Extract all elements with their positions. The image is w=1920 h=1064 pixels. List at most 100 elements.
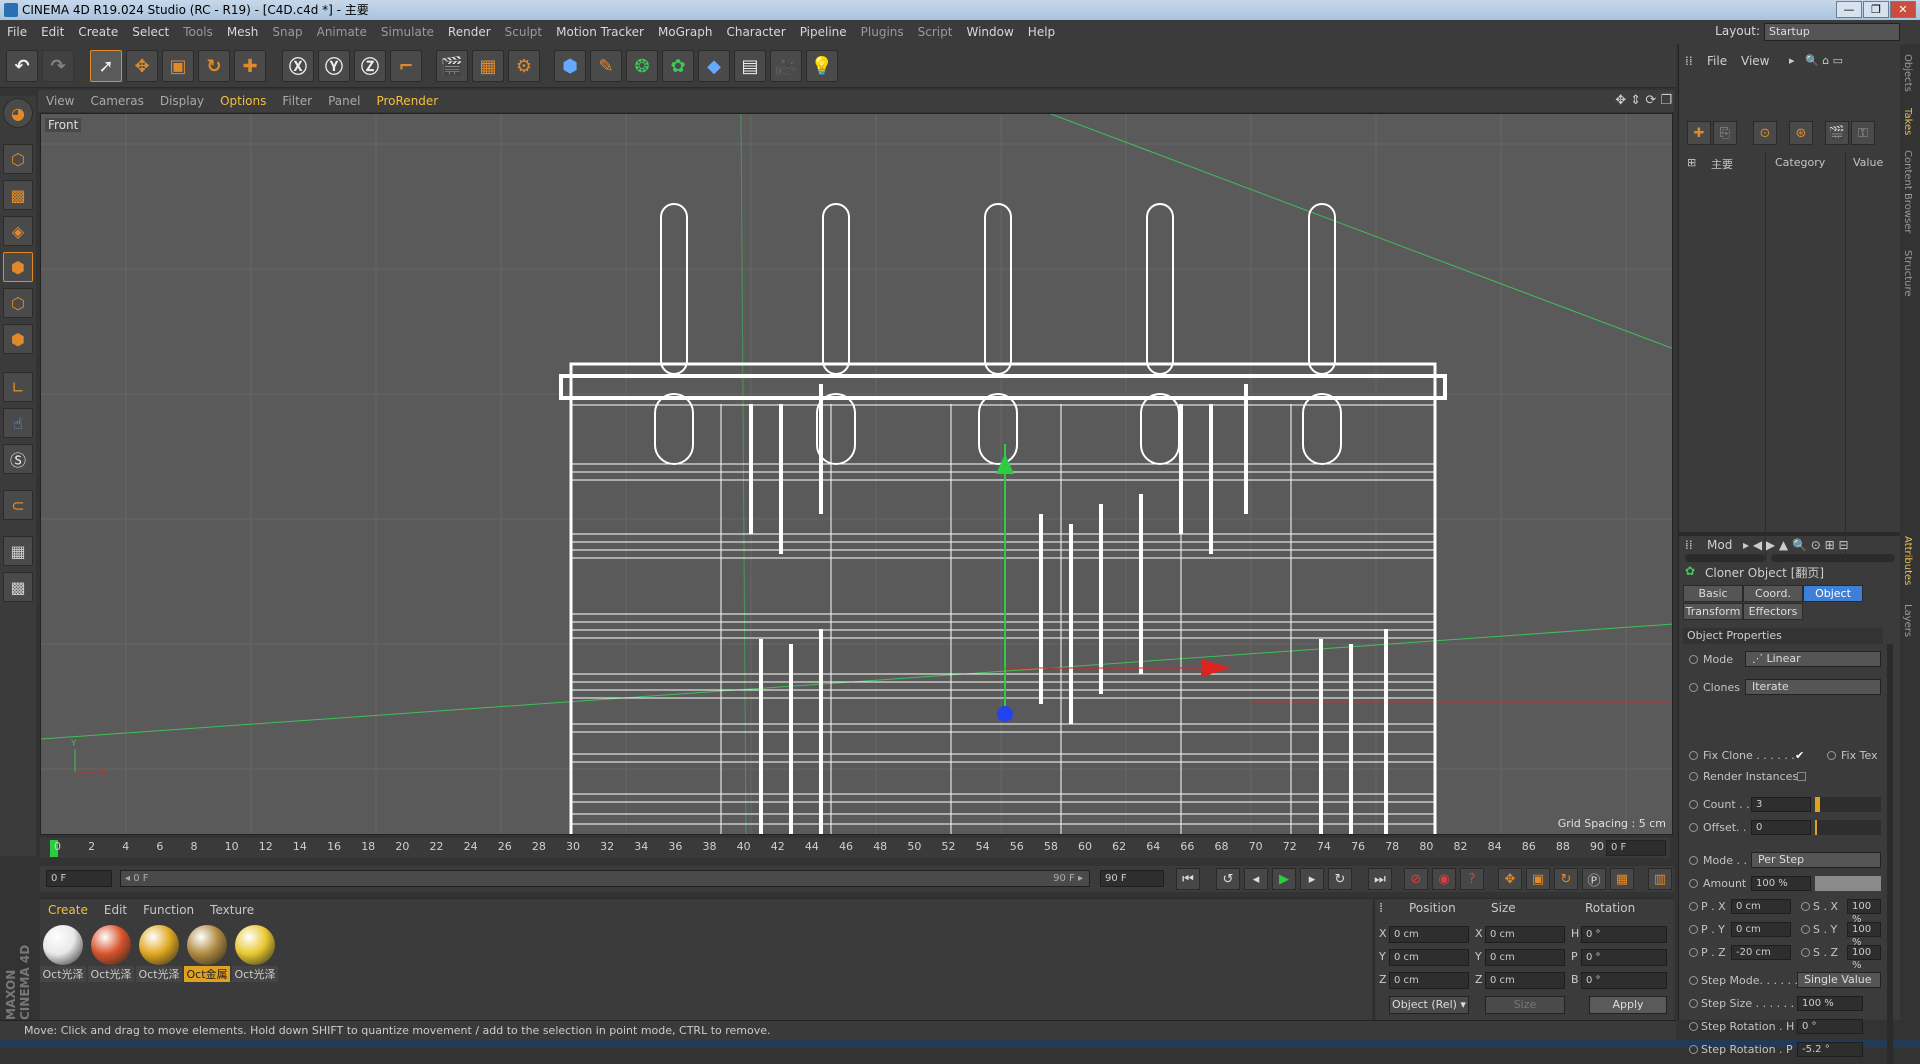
go-to-start-icon[interactable]: ⏮ [1176,868,1200,890]
end-frame-field[interactable]: 90 F [1100,870,1164,887]
sy-field[interactable]: 100 % [1847,922,1881,948]
count-slider[interactable] [1815,797,1881,812]
menu-edit[interactable]: Edit [34,20,71,44]
coord-sx-field[interactable]: 0 cm [1485,926,1565,943]
z-axis-icon[interactable]: Ⓩ [354,50,386,82]
axis-mode-icon[interactable]: ∟ [3,372,33,402]
rotate-icon[interactable]: ↻ [198,50,230,82]
vp-menu-view[interactable]: View [38,90,82,112]
vp-menu-filter[interactable]: Filter [274,90,320,112]
fix-clone-checkbox[interactable]: ✔ [1795,749,1804,762]
animate-py-radio[interactable] [1689,925,1698,934]
next-frame-icon[interactable]: ▸ [1300,868,1324,890]
animate-render-instances-radio[interactable] [1689,772,1698,781]
attributes-nav-icons[interactable]: ▸ ◀ ▶ ▲ 🔍 ⊙ ⊞ ⊟ [1743,538,1849,552]
animate-mode-radio[interactable] [1689,655,1698,664]
polygons-mode-icon[interactable]: ⬢ [3,324,33,354]
menu-simulate[interactable]: Simulate [374,20,441,44]
render-settings-icon[interactable]: ⚙ [508,50,540,82]
coord-rb-field[interactable]: 0 ° [1581,972,1667,989]
step-size-field[interactable]: 100 % [1797,996,1863,1011]
vtab-content-browser[interactable]: Content Browser [1902,150,1913,233]
coord-mode-select[interactable]: Object (Rel) ▾ [1389,996,1469,1014]
frame-range-slider[interactable]: ◂ 0 F 90 F ▸ [120,870,1090,887]
subdivision-icon[interactable]: ❂ [626,50,658,82]
offset-slider[interactable] [1815,820,1881,835]
menu-create[interactable]: Create [71,20,125,44]
model-mode-icon[interactable]: ⬡ [3,144,33,174]
animate-pz-radio[interactable] [1689,948,1698,957]
sz-field[interactable]: 100 % [1847,945,1881,971]
coord-py-field[interactable]: 0 cm [1389,949,1469,966]
redo-icon[interactable]: ↷ [42,50,74,82]
mat-menu-texture[interactable]: Texture [202,899,262,921]
timeline-scheme-icon[interactable]: ▥ [1648,868,1672,890]
coord-sz-field[interactable]: 0 cm [1485,972,1565,989]
sx-field[interactable]: 100 % [1847,899,1881,925]
viewport-camera-label[interactable]: Front [45,118,82,132]
attributes-scrollbar[interactable] [1887,644,1893,1064]
menu-select[interactable]: Select [125,20,176,44]
magnet-icon[interactable]: ⊂ [3,490,33,520]
timeline[interactable]: 0 2 4 6 8 10 12 14 16 18 20 22 24 26 28 30 32 34 36 38 40 42 4… [40,838,1670,858]
render-view-icon[interactable]: 🎬 [436,50,468,82]
takes-hscroll-left[interactable] [1685,554,1765,562]
tab-object[interactable]: Object [1803,585,1863,602]
key-pla-icon[interactable]: ▦ [1610,868,1634,890]
key-position-icon[interactable]: ✥ [1498,868,1522,890]
play-icon[interactable]: ▶ [1272,868,1296,890]
menu-animate[interactable]: Animate [310,20,374,44]
menu-window[interactable]: Window [959,20,1020,44]
tab-coord[interactable]: Coord. [1743,585,1803,602]
planar-workplane-icon[interactable]: ▩ [3,572,33,602]
animate-sy-radio[interactable] [1801,925,1810,934]
prev-keyframe-icon[interactable]: ↺ [1216,868,1240,890]
menu-help[interactable]: Help [1021,20,1062,44]
deformer-icon[interactable]: ◆ [698,50,730,82]
y-axis-icon[interactable]: Ⓨ [318,50,350,82]
render-picture-viewer-icon[interactable]: ▦ [472,50,504,82]
z-gizmo-handle[interactable] [997,706,1013,722]
animate-step-rot-h-radio[interactable] [1689,1022,1698,1031]
takes-render-icon[interactable]: 🎬 [1825,121,1849,145]
vp-menu-prorender[interactable]: ProRender [368,90,446,112]
material-item[interactable]: Oct金属 [184,925,230,982]
coord-sy-field[interactable]: 0 cm [1485,949,1565,966]
py-field[interactable]: 0 cm [1731,922,1791,937]
floor-icon[interactable]: ▤ [734,50,766,82]
pen-icon[interactable]: ✎ [590,50,622,82]
tab-basic[interactable]: Basic [1683,585,1743,602]
points-mode-icon[interactable]: ⬢ [3,252,33,282]
clones-dropdown[interactable]: Iterate [1745,679,1881,695]
animate-clones-radio[interactable] [1689,683,1698,692]
menu-mograph[interactable]: MoGraph [651,20,720,44]
takes-add-icon[interactable]: ✚ [1687,121,1711,145]
objects-menu-file[interactable]: File [1707,54,1727,68]
maximize-button[interactable]: ❐ [1863,1,1889,18]
px-field[interactable]: 0 cm [1731,899,1791,914]
timeline-current-frame[interactable]: 0 F [1606,840,1666,856]
offset-field[interactable]: 0 [1751,820,1811,835]
coord-apply-button[interactable]: Apply [1589,996,1667,1014]
menu-render[interactable]: Render [441,20,498,44]
animate-step-mode-radio[interactable] [1689,976,1698,985]
material-item[interactable]: Oct光泽 [88,925,134,982]
vtab-layers[interactable]: Layers [1902,604,1913,637]
vp-menu-panel[interactable]: Panel [320,90,368,112]
vp-menu-display[interactable]: Display [152,90,212,112]
takes-override-icon[interactable]: ⊛ [1789,121,1813,145]
objects-toolbar-icons[interactable]: ▸ 🔍 ⌂ ▭ [1789,54,1843,67]
undo-icon[interactable]: ↶ [6,50,38,82]
cube-icon[interactable]: ⬢ [554,50,586,82]
transform-icon[interactable]: ✚ [234,50,266,82]
edges-mode-icon[interactable]: ⬡ [3,288,33,318]
objects-menu-view[interactable]: View [1741,54,1769,68]
vp-menu-options[interactable]: Options [212,90,274,112]
tweak-mode-icon[interactable]: ☝ [3,408,33,438]
menu-plugins[interactable]: Plugins [854,20,911,44]
scale-icon[interactable]: ▣ [162,50,194,82]
mat-menu-edit[interactable]: Edit [96,899,135,921]
takes-expand-icon[interactable]: ⊞ [1687,156,1696,169]
step-rot-p-field[interactable]: -5.2 ° [1797,1042,1863,1057]
animate-amount-radio[interactable] [1689,879,1698,888]
